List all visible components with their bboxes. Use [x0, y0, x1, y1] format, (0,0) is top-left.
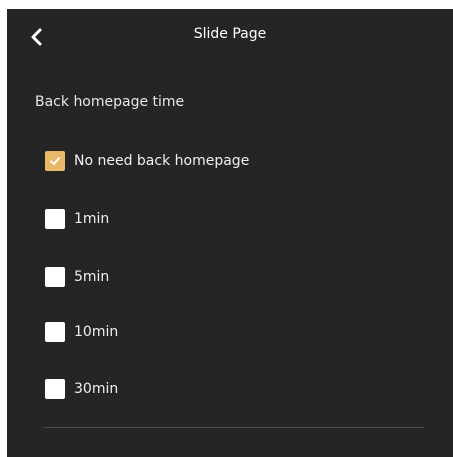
option-10min[interactable]: 10min	[45, 321, 118, 343]
back-homepage-time-label: Back homepage time	[35, 94, 185, 110]
option-label: 1min	[74, 211, 110, 227]
slide-page-screen: Slide Page Back homepage time No need ba…	[7, 9, 453, 457]
option-label: 30min	[74, 381, 119, 397]
option-label: No need back homepage	[74, 153, 250, 169]
option-1min[interactable]: 1min	[45, 208, 109, 230]
checkbox-unchecked[interactable]	[45, 379, 65, 399]
checkbox-unchecked[interactable]	[45, 322, 65, 342]
option-no-need-back-homepage[interactable]: No need back homepage	[45, 150, 249, 172]
checkbox-checked[interactable]	[45, 151, 65, 171]
checkbox-unchecked[interactable]	[45, 267, 65, 287]
option-label: 5min	[74, 269, 110, 285]
option-30min[interactable]: 30min	[45, 378, 118, 400]
option-label: 10min	[74, 324, 119, 340]
checkbox-unchecked[interactable]	[45, 209, 65, 229]
header-bar: Slide Page	[7, 9, 453, 61]
page-title: Slide Page	[193, 26, 267, 42]
option-5min[interactable]: 5min	[45, 266, 109, 288]
checkmark-icon	[50, 157, 60, 165]
divider	[44, 427, 424, 428]
